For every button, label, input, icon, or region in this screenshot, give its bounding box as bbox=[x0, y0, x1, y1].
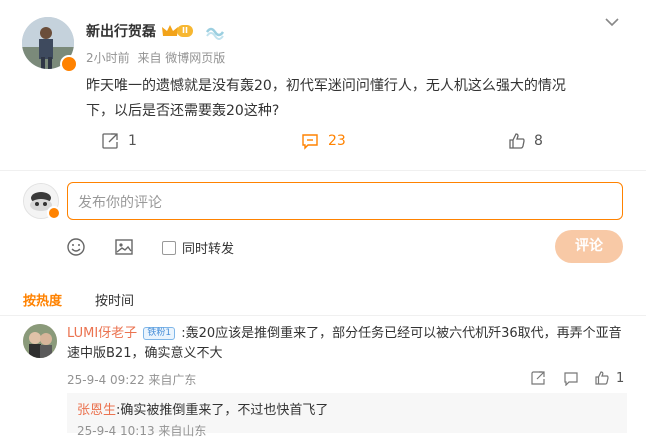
comment-like-count: 1 bbox=[616, 370, 625, 386]
comment-like-button[interactable]: 1 bbox=[594, 370, 624, 386]
comment-meta: 25-9-4 09:22 来自广东 bbox=[67, 373, 197, 387]
image-icon[interactable] bbox=[114, 237, 134, 257]
member-icon[interactable] bbox=[205, 24, 225, 44]
commenter-avatar[interactable] bbox=[23, 324, 57, 358]
tab-sort-time[interactable]: 按时间 bbox=[95, 290, 134, 309]
post-meta: 2小时前 来自 微博网页版 bbox=[86, 49, 225, 66]
more-options-icon[interactable] bbox=[604, 14, 620, 34]
checkbox-box[interactable] bbox=[162, 240, 176, 255]
post-text-line-2: 下，以后是否还需要轰20这种? bbox=[86, 103, 280, 119]
repost-count: 1 bbox=[128, 133, 137, 149]
reply-text: :确实被推倒重来了，不过也快首飞了 bbox=[116, 403, 329, 418]
reply-author[interactable]: 张恩生 bbox=[77, 403, 116, 418]
commenter-name[interactable]: LUMI伢老子 bbox=[67, 326, 137, 341]
author-name[interactable]: 新出行贺磊 bbox=[86, 21, 156, 41]
emoji-icon[interactable] bbox=[66, 237, 86, 257]
current-user-badge bbox=[47, 206, 61, 220]
comment-icon bbox=[302, 134, 318, 150]
vip-level: II bbox=[177, 25, 193, 37]
repost-button[interactable]: 1 bbox=[101, 132, 137, 150]
comment-item: LUMI伢老子 铁粉1 :轰20应该是推倒重来了，部分任务已经可以被六代机歼36… bbox=[67, 324, 627, 364]
comment-count: 23 bbox=[328, 133, 346, 149]
comment-text-line-1: :轰20应该是推倒重来了，部分任务已经可以被六代机歼36取代，再弄个亚音 bbox=[181, 326, 622, 341]
divider bbox=[0, 170, 646, 171]
comment-line-1-row: LUMI伢老子 铁粉1 :轰20应该是推倒重来了，部分任务已经可以被六代机歼36… bbox=[67, 324, 627, 344]
post-source: 来自 微博网页版 bbox=[137, 51, 226, 65]
repost-icon bbox=[102, 133, 118, 149]
divider bbox=[0, 315, 646, 316]
reply-meta: 25-9-4 10:13 来自山东 bbox=[77, 424, 207, 438]
thumbs-up-icon bbox=[509, 133, 525, 149]
reply-box: 张恩生:确实被推倒重来了，不过也快首飞了 25-9-4 10:13 来自山东 bbox=[67, 393, 627, 438]
tab-sort-hot[interactable]: 按热度 bbox=[23, 290, 62, 309]
post-time: 2小时前 bbox=[86, 51, 130, 65]
vip-badge[interactable]: II bbox=[161, 23, 201, 39]
verified-badge bbox=[60, 55, 78, 73]
like-button[interactable]: 8 bbox=[508, 132, 543, 150]
comment-share-icon[interactable] bbox=[530, 370, 546, 386]
repost-checkbox[interactable]: 同时转发 bbox=[162, 238, 234, 257]
comment-text-line-2: 速中版B21，确实意义不大 bbox=[67, 346, 223, 361]
like-count: 8 bbox=[534, 133, 543, 149]
fan-badge: 铁粉1 bbox=[143, 327, 176, 340]
wave-badge-icon bbox=[205, 27, 225, 40]
reply-row: 张恩生:确实被推倒重来了，不过也快首飞了 bbox=[77, 399, 328, 418]
submit-comment-button[interactable]: 评论 bbox=[555, 230, 623, 263]
commenter-avatar-image bbox=[23, 324, 57, 358]
comment-button[interactable]: 23 bbox=[301, 132, 346, 150]
repost-checkbox-label: 同时转发 bbox=[182, 242, 235, 257]
comment-reply-icon[interactable] bbox=[563, 370, 579, 386]
comment-input-placeholder: 发布你的评论 bbox=[78, 195, 162, 211]
chevron-down-icon bbox=[605, 18, 619, 27]
thumbs-up-icon bbox=[595, 371, 609, 385]
post-body: 昨天唯一的遗憾就是没有轰20，初代军迷问问懂行人，无人机这么强大的情况 下，以后… bbox=[86, 74, 626, 124]
fan-badge-label: 铁粉1 bbox=[147, 328, 172, 338]
comment-input[interactable]: 发布你的评论 bbox=[67, 182, 623, 220]
post-text-line-1: 昨天唯一的遗憾就是没有轰20，初代军迷问问懂行人，无人机这么强大的情况 bbox=[86, 78, 566, 94]
